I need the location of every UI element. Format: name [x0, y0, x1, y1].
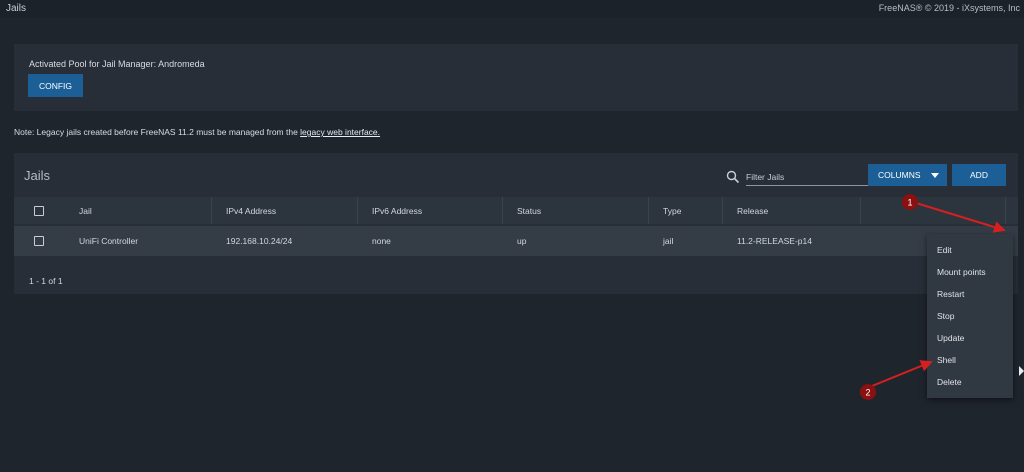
filter-jails[interactable]: Filter Jails	[726, 170, 868, 186]
menu-item-delete[interactable]: Delete	[937, 377, 962, 387]
jail-name: UniFi Controller	[79, 236, 139, 246]
select-all-cell[interactable]	[14, 197, 65, 224]
row-actions-menu: Edit Mount points Restart Stop Update Sh…	[927, 234, 1013, 398]
row-select-cell[interactable]	[14, 226, 65, 256]
column-ipv6[interactable]: IPv6 Address	[358, 197, 503, 224]
copyright-text: FreeNAS® © 2019 - iXsystems, Inc	[878, 3, 1020, 13]
legacy-note: Note: Legacy jails created before FreeNA…	[14, 127, 380, 137]
column-type[interactable]: Type	[649, 197, 723, 224]
table-header: Jail IPv4 Address IPv6 Address Status Ty…	[14, 197, 1018, 224]
caret-down-icon	[931, 173, 939, 178]
add-button[interactable]: ADD	[952, 164, 1006, 186]
jail-type: jail	[663, 236, 674, 246]
column-jail[interactable]: Jail	[65, 197, 212, 224]
column-ipv4[interactable]: IPv4 Address	[212, 197, 358, 224]
jail-ipv6: none	[372, 236, 391, 246]
row-checkbox[interactable]	[34, 236, 44, 246]
columns-button-label: COLUMNS	[878, 170, 921, 180]
pagination-info: 1 - 1 of 1	[29, 276, 63, 286]
jail-manager-config-card: Activated Pool for Jail Manager: Androme…	[14, 44, 1018, 111]
column-actions	[861, 197, 1006, 224]
mouse-cursor-icon	[1019, 366, 1024, 376]
annotation-marker-2-label: 2	[865, 388, 870, 398]
column-release[interactable]: Release	[723, 197, 861, 224]
columns-button[interactable]: COLUMNS	[868, 164, 947, 186]
menu-item-restart[interactable]: Restart	[937, 289, 964, 299]
jail-status: up	[517, 236, 527, 246]
jails-card-title: Jails	[24, 168, 51, 183]
filter-jails-input[interactable]: Filter Jails	[746, 170, 868, 186]
page-title: Jails	[6, 3, 27, 14]
legacy-note-text: Note: Legacy jails created before FreeNA…	[14, 127, 301, 137]
top-bar: Jails FreeNAS® © 2019 - iXsystems, Inc	[0, 0, 1024, 18]
legacy-web-interface-link[interactable]: legacy web interface.	[300, 127, 380, 137]
config-button[interactable]: CONFIG	[28, 74, 83, 97]
menu-item-update[interactable]: Update	[937, 333, 964, 343]
menu-item-stop[interactable]: Stop	[937, 311, 955, 321]
jail-release: 11.2-RELEASE-p14	[737, 236, 812, 246]
jails-card: Jails Filter Jails COLUMNS ADD Jail IPv4…	[14, 153, 1018, 294]
menu-item-mount-points[interactable]: Mount points	[937, 267, 986, 277]
menu-item-shell[interactable]: Shell	[937, 355, 956, 365]
jail-ipv4: 192.168.10.24/24	[226, 236, 293, 246]
table-row[interactable]: UniFi Controller 192.168.10.24/24 none u…	[14, 226, 1018, 256]
annotation-arrow-2	[871, 360, 933, 387]
select-all-checkbox[interactable]	[34, 205, 44, 216]
column-status[interactable]: Status	[503, 197, 649, 224]
menu-item-edit[interactable]: Edit	[937, 245, 952, 255]
annotation-marker-2	[860, 384, 876, 400]
search-icon	[726, 170, 740, 184]
activated-pool-label: Activated Pool for Jail Manager: Androme…	[29, 59, 205, 69]
